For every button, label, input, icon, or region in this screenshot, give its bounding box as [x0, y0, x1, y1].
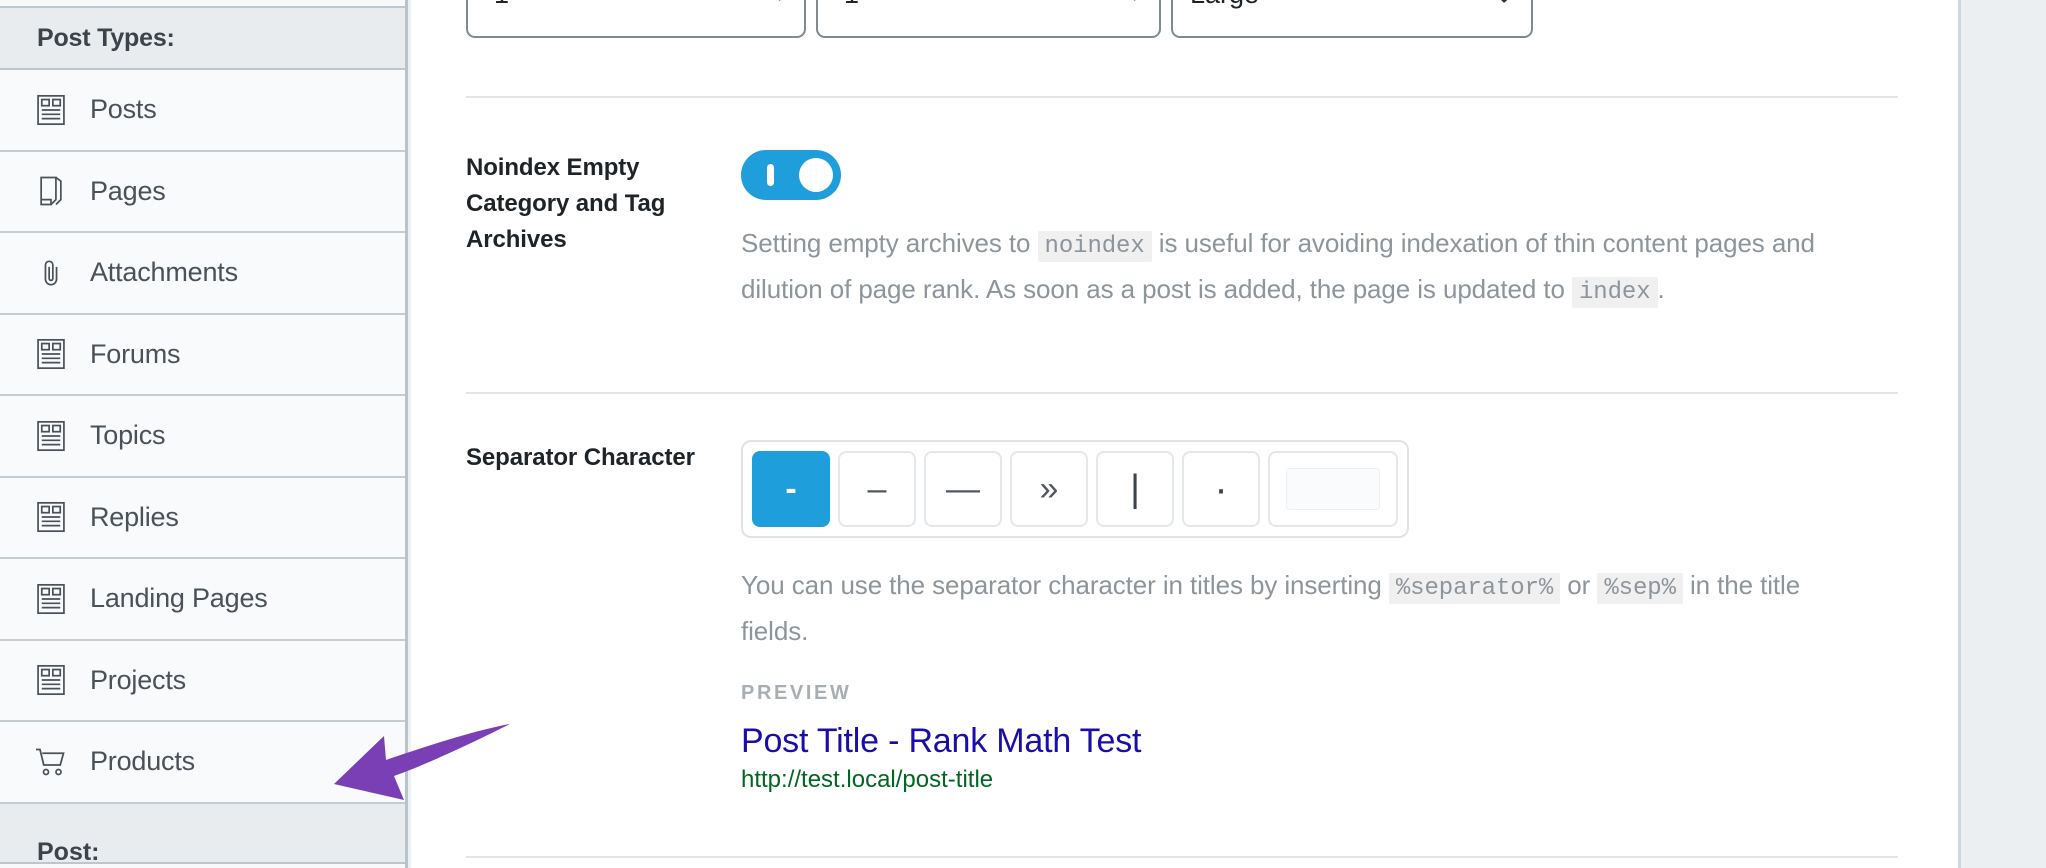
sidebar-section-header: Post Types: — [0, 8, 405, 70]
sidebar-item-landing-pages[interactable]: Landing Pages — [0, 559, 405, 641]
help-text: You can use the separator character in t… — [741, 570, 1389, 600]
separator-option-middle-dot[interactable]: · — [1182, 451, 1260, 527]
separator-row-label: Separator Character — [466, 444, 695, 471]
section-divider-3 — [466, 856, 1898, 858]
sidebar-item-pages[interactable]: Pages — [0, 151, 405, 233]
toggle-knob — [799, 158, 833, 192]
select-value: Large — [1190, 0, 1259, 10]
separator-custom-input[interactable] — [1286, 468, 1380, 510]
desc-text: . — [1657, 274, 1665, 304]
sidebar-item-replies[interactable]: Replies — [0, 477, 405, 559]
code-separator-token: %separator% — [1388, 573, 1561, 604]
sidebar-item-label: Pages — [90, 175, 166, 206]
sidebar-item-label: Landing Pages — [90, 583, 268, 614]
separator-glyph: – — [867, 469, 887, 508]
sidebar-item-projects[interactable]: Projects — [0, 640, 405, 722]
code-index: index — [1571, 277, 1658, 308]
post-types-sidebar: Post Types: Posts Pages Attachments Foru… — [0, 0, 408, 868]
sidebar-item-label: Replies — [90, 501, 179, 532]
select-value: -1 — [485, 0, 509, 10]
separator-option-em-dash[interactable]: — — [924, 451, 1002, 527]
sidebar-item-attachments[interactable]: Attachments — [0, 233, 405, 315]
page-background-gutter — [1964, 0, 2046, 868]
chevron-down-icon: ⌄ — [771, 0, 788, 7]
separator-option-double-angle-quote[interactable]: » — [1010, 451, 1088, 527]
settings-panel: -1 ⌄ -1 ⌄ Large ⌄ Noindex Empty Category… — [411, 0, 1961, 868]
paperclip-icon — [34, 256, 68, 290]
sidebar-item-label: Posts — [90, 94, 157, 125]
sidebar-item-label: Products — [90, 746, 195, 777]
separator-glyph: - — [785, 469, 797, 508]
document-list-icon — [34, 419, 68, 453]
sidebar-item-forums[interactable]: Forums — [0, 314, 405, 396]
sidebar-item-label: Forums — [90, 338, 181, 369]
separator-glyph: · — [1214, 466, 1228, 511]
page-icon — [34, 174, 68, 208]
select-value: -1 — [835, 0, 859, 10]
shopping-cart-icon — [34, 745, 68, 779]
preview-url: http://test.local/post-title — [741, 766, 994, 793]
separator-options-group: - – — » | · — [741, 440, 1409, 538]
document-list-icon — [34, 582, 68, 616]
section-divider-2 — [466, 392, 1898, 394]
separator-help-text: You can use the separator character in t… — [741, 564, 1831, 652]
sidebar-item-posts[interactable]: Posts — [0, 70, 405, 152]
help-text: or — [1560, 570, 1598, 600]
document-list-icon — [34, 93, 68, 127]
screenshot-root: Post Types: Posts Pages Attachments Foru… — [0, 0, 2046, 868]
noindex-toggle[interactable] — [741, 150, 841, 200]
separator-glyph: — — [946, 469, 980, 508]
sidebar-item-topics[interactable]: Topics — [0, 396, 405, 478]
noindex-description: Setting empty archives to noindex is use… — [741, 222, 1831, 314]
separator-glyph: » — [1039, 469, 1059, 508]
section-divider-1 — [466, 96, 1898, 98]
top-selects-row: -1 ⌄ -1 ⌄ Large ⌄ — [466, 0, 1906, 38]
select-field-image-size[interactable]: Large ⌄ — [1171, 0, 1533, 38]
select-field-2[interactable]: -1 ⌄ — [816, 0, 1161, 38]
preview-title: Post Title - Rank Math Test — [741, 722, 1142, 760]
serp-preview: PREVIEW Post Title - Rank Math Test http… — [741, 682, 1831, 797]
chevron-down-icon: ⌄ — [1126, 0, 1143, 7]
separator-option-hyphen[interactable]: - — [752, 451, 830, 527]
sidebar-item-label: Projects — [90, 664, 186, 695]
post-section-heading: Post: — [37, 837, 100, 864]
separator-custom-wrap — [1268, 451, 1398, 527]
document-list-icon — [34, 500, 68, 534]
select-field-1[interactable]: -1 ⌄ — [466, 0, 806, 38]
separator-option-pipe[interactable]: | — [1096, 451, 1174, 527]
sidebar-top-divider — [0, 0, 405, 8]
document-list-icon — [34, 663, 68, 697]
sidebar-next-section-header: Post: — [0, 803, 405, 864]
sidebar-item-products[interactable]: Products — [0, 722, 405, 804]
code-sep-token: %sep% — [1597, 573, 1683, 604]
sidebar-item-label: Topics — [90, 420, 166, 451]
post-types-heading: Post Types: — [37, 23, 175, 52]
desc-text: Setting empty archives to — [741, 228, 1038, 258]
code-noindex: noindex — [1037, 231, 1152, 262]
sidebar-item-label: Attachments — [90, 257, 238, 288]
separator-option-en-dash[interactable]: – — [838, 451, 916, 527]
separator-glyph: | — [1130, 467, 1140, 510]
noindex-row-label: Noindex Empty Category and Tag Archives — [466, 154, 666, 253]
document-list-icon — [34, 337, 68, 371]
preview-label: PREVIEW — [741, 682, 852, 704]
chevron-down-icon: ⌄ — [1493, 0, 1515, 10]
toggle-on-bar-icon — [767, 164, 774, 186]
